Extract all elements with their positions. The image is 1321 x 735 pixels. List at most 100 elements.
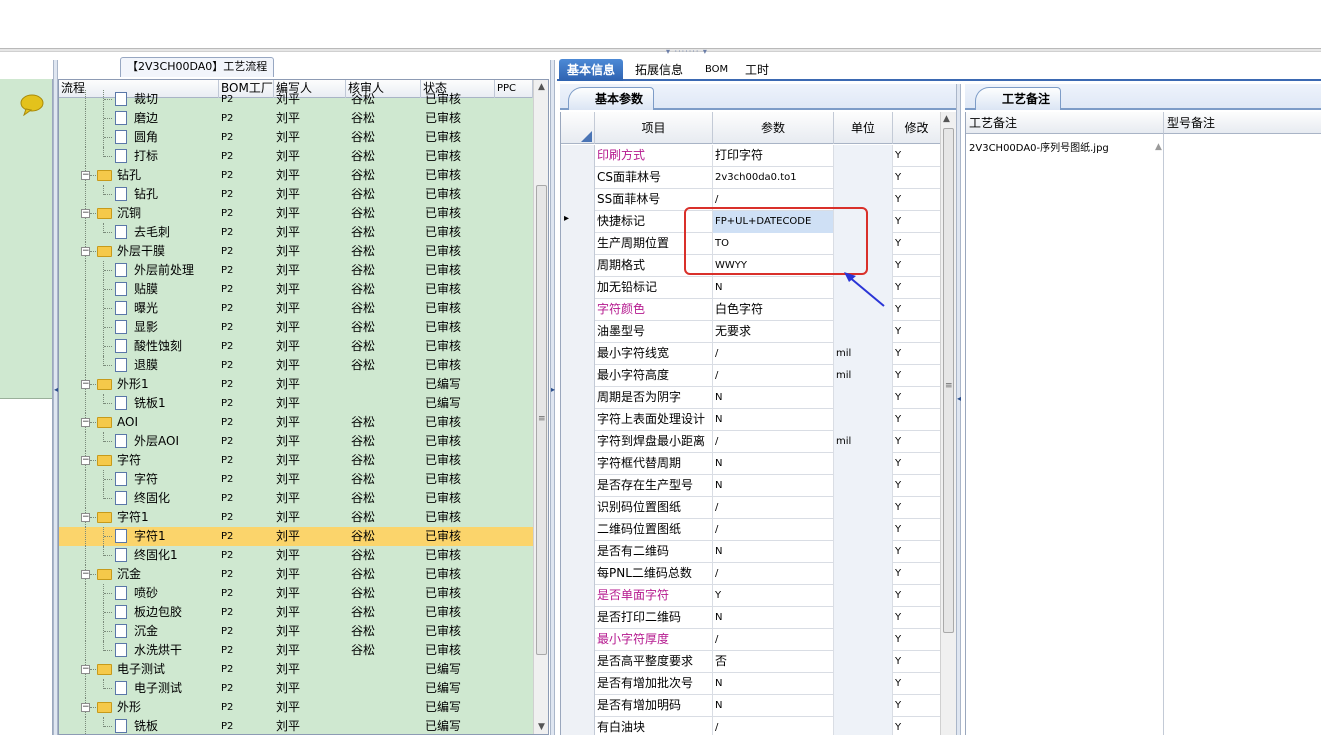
tree-step-row[interactable]: 水洗烘干 P2 刘平 谷松 已审核 [59, 641, 533, 660]
scroll-up-icon[interactable]: ▲ [536, 82, 547, 94]
param-row[interactable]: 字符上表面处理设计 N Y [561, 409, 940, 431]
param-unit-cell[interactable] [834, 541, 893, 563]
tree-folder-row[interactable]: − 沉金 P2 刘平 谷松 已审核 [59, 565, 533, 584]
param-value-cell[interactable]: N [713, 387, 834, 409]
row-selector[interactable] [561, 541, 595, 563]
row-selector[interactable] [561, 233, 595, 255]
col-param[interactable]: 参数 [713, 112, 834, 144]
row-selector[interactable] [561, 255, 595, 277]
tree-step-row[interactable]: 打标 P2 刘平 谷松 已审核 [59, 147, 533, 166]
param-modify-cell[interactable]: Y [893, 321, 940, 343]
col-unit[interactable]: 单位 [834, 112, 893, 144]
param-modify-cell[interactable]: Y [893, 409, 940, 431]
param-modify-cell[interactable]: Y [893, 541, 940, 563]
param-value-cell[interactable]: / [713, 343, 834, 365]
param-value-cell[interactable]: 2v3ch00da0.to1 [713, 167, 834, 189]
collapse-toggle-icon[interactable]: − [81, 247, 90, 256]
model-notes-cell[interactable] [1164, 134, 1321, 735]
tab-process-notes[interactable]: 工艺备注 [975, 87, 1062, 110]
col-item[interactable]: 项目 [595, 112, 713, 144]
param-value-cell[interactable]: / [713, 519, 834, 541]
tree-step-row[interactable]: 终固化 P2 刘平 谷松 已审核 [59, 489, 533, 508]
tree-folder-row[interactable]: − 外形 P2 刘平 已编写 [59, 698, 533, 717]
param-value-cell[interactable]: N [713, 475, 834, 497]
param-modify-cell[interactable]: Y [893, 453, 940, 475]
param-modify-cell[interactable]: Y [893, 519, 940, 541]
row-selector[interactable] [561, 673, 595, 695]
tree-step-row[interactable]: 沉金 P2 刘平 谷松 已审核 [59, 622, 533, 641]
row-selector[interactable] [561, 607, 595, 629]
param-value-cell[interactable]: N [713, 277, 834, 299]
tree-step-row[interactable]: 板边包胶 P2 刘平 谷松 已审核 [59, 603, 533, 622]
param-value-cell[interactable]: N [713, 695, 834, 717]
param-unit-cell[interactable] [834, 673, 893, 695]
row-selector[interactable] [561, 167, 595, 189]
param-row[interactable]: 二维码位置图纸 / Y [561, 519, 940, 541]
param-unit-cell[interactable] [834, 145, 893, 167]
param-unit-cell[interactable] [834, 453, 893, 475]
row-selector[interactable] [561, 519, 595, 541]
scroll-down-icon[interactable]: ▼ [536, 722, 547, 734]
param-modify-cell[interactable]: Y [893, 299, 940, 321]
param-unit-cell[interactable] [834, 563, 893, 585]
row-selector[interactable] [561, 629, 595, 651]
param-row[interactable]: 字符到焊盘最小距离 / mil Y [561, 431, 940, 453]
middle-splitter[interactable]: ▸ [550, 60, 555, 735]
tab-work-hours[interactable]: 工时 [737, 59, 777, 81]
param-value-cell[interactable]: / [713, 431, 834, 453]
collapse-toggle-icon[interactable]: − [81, 456, 90, 465]
col-model-notes[interactable]: 型号备注 [1164, 112, 1321, 134]
param-value-cell[interactable]: 打印字符 [713, 145, 834, 167]
notes-scroll-up-icon[interactable]: ▲ [1155, 142, 1162, 152]
row-selector[interactable] [561, 497, 595, 519]
param-modify-cell[interactable]: Y [893, 651, 940, 673]
param-value-cell[interactable]: 无要求 [713, 321, 834, 343]
collapse-toggle-icon[interactable]: − [81, 513, 90, 522]
row-header-corner[interactable] [561, 112, 595, 144]
param-unit-cell[interactable] [834, 167, 893, 189]
param-row[interactable]: 每PNL二维码总数 / Y [561, 563, 940, 585]
tree-step-row[interactable]: 圆角 P2 刘平 谷松 已审核 [59, 128, 533, 147]
param-row[interactable]: 识别码位置图纸 / Y [561, 497, 940, 519]
param-modify-cell[interactable]: Y [893, 145, 940, 167]
tree-step-row[interactable]: 贴膜 P2 刘平 谷松 已审核 [59, 280, 533, 299]
param-modify-cell[interactable]: Y [893, 343, 940, 365]
param-row[interactable]: 是否有增加明码 N Y [561, 695, 940, 717]
tree-step-row[interactable]: 喷砂 P2 刘平 谷松 已审核 [59, 584, 533, 603]
collapse-toggle-icon[interactable]: − [81, 703, 90, 712]
param-value-cell[interactable]: 否 [713, 651, 834, 673]
tree-folder-row[interactable]: − 字符 P2 刘平 谷松 已审核 [59, 451, 533, 470]
param-row[interactable]: 字符框代替周期 N Y [561, 453, 940, 475]
param-modify-cell[interactable]: Y [893, 695, 940, 717]
col-process-notes[interactable]: 工艺备注 [966, 112, 1164, 134]
param-row[interactable]: CS面菲林号 2v3ch00da0.to1 Y [561, 167, 940, 189]
param-modify-cell[interactable]: Y [893, 233, 940, 255]
collapse-toggle-icon[interactable]: − [81, 380, 90, 389]
row-selector[interactable] [561, 365, 595, 387]
tab-extended-info[interactable]: 拓展信息 [627, 59, 691, 81]
param-modify-cell[interactable]: Y [893, 431, 940, 453]
param-unit-cell[interactable] [834, 497, 893, 519]
param-value-cell[interactable]: N [713, 453, 834, 475]
tree-scroll-thumb[interactable]: ≡ [536, 185, 547, 655]
param-unit-cell[interactable] [834, 695, 893, 717]
param-unit-cell[interactable]: mil [834, 365, 893, 387]
tree-folder-row[interactable]: − 字符1 P2 刘平 谷松 已审核 [59, 508, 533, 527]
param-modify-cell[interactable]: Y [893, 629, 940, 651]
row-selector[interactable] [561, 717, 595, 735]
param-value-cell[interactable]: N [713, 607, 834, 629]
tree-step-row[interactable]: 字符1 P2 刘平 谷松 已审核 [59, 527, 533, 546]
chat-bubble-icon[interactable] [20, 94, 44, 116]
param-row[interactable]: 是否打印二维码 N Y [561, 607, 940, 629]
tree-folder-row[interactable]: − 沉铜 P2 刘平 谷松 已审核 [59, 204, 533, 223]
tree-step-row[interactable]: 裁切 P2 刘平 谷松 已审核 [59, 90, 533, 109]
param-value-cell[interactable]: Y [713, 585, 834, 607]
param-row[interactable]: 最小字符线宽 / mil Y [561, 343, 940, 365]
param-value-cell[interactable]: / [713, 563, 834, 585]
row-selector[interactable] [561, 299, 595, 321]
col-modify[interactable]: 修改 [893, 112, 940, 144]
param-value-cell[interactable]: / [713, 365, 834, 387]
row-selector[interactable] [561, 189, 595, 211]
param-value-cell[interactable]: 白色字符 [713, 299, 834, 321]
grid-scrollbar[interactable]: ▲ ≡ [940, 112, 956, 735]
